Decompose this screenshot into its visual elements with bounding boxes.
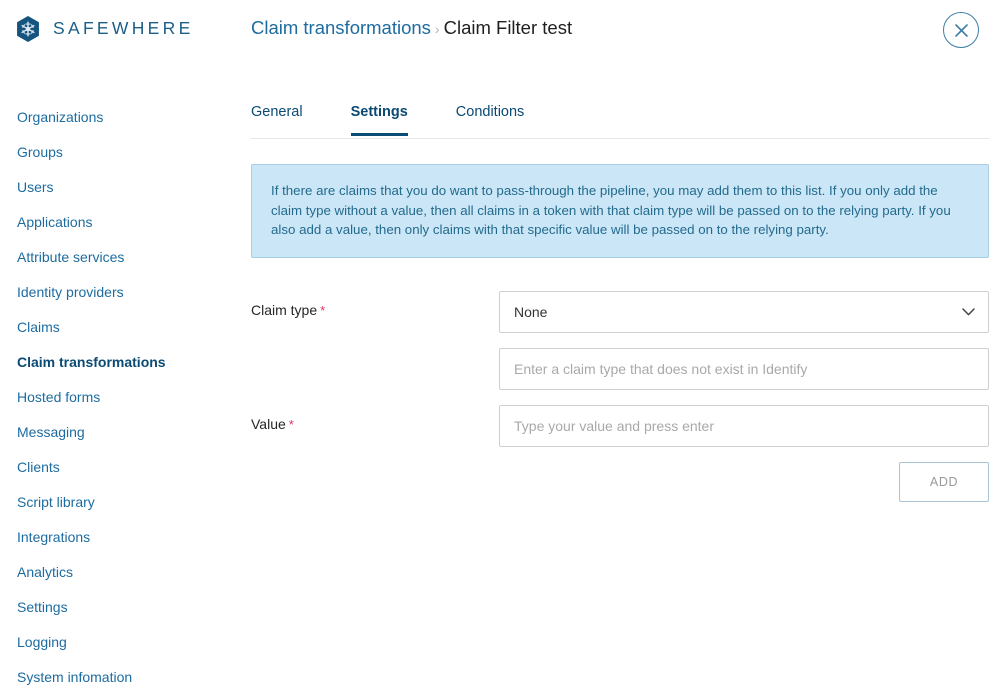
breadcrumb-parent-link[interactable]: Claim transformations [251,17,431,38]
sidebar-item-logging[interactable]: Logging [0,625,240,660]
top-bar: SAFEWHERE Claim transformations › Claim Fi… [0,0,1001,58]
value-input[interactable] [499,404,989,447]
tab-conditions[interactable]: Conditions [456,100,525,136]
sidebar-item-organizations[interactable]: Organizations [0,100,240,135]
settings-form: Claim type* None Value* [251,290,989,502]
breadcrumb-current: Claim Filter test [443,17,573,38]
claim-type-select[interactable]: None [499,290,989,333]
brand-wordmark: SAFEWHERE [53,18,194,39]
breadcrumb-separator: › [434,21,440,37]
sidebar: Organizations Groups Users Applications … [0,100,240,695]
add-button-row: ADD [499,461,989,502]
claim-type-row: Claim type * None [251,290,989,333]
tab-bar: General Settings Conditions [251,100,989,139]
sidebar-item-attribute-services[interactable]: Attribute services [0,240,240,275]
sidebar-item-claims[interactable]: Claims [0,310,240,345]
sidebar-item-messaging[interactable]: Messaging [0,415,240,450]
add-button[interactable]: ADD [899,461,989,502]
sidebar-item-hosted-forms[interactable]: Hosted forms [0,380,240,415]
custom-claim-type-input[interactable] [499,347,989,390]
sidebar-item-integrations[interactable]: Integrations [0,520,240,555]
claim-type-label-text: Claim type [251,301,318,318]
sidebar-item-applications[interactable]: Applications [0,205,240,240]
custom-claim-type-row [251,347,989,390]
value-label-text: Value [251,415,286,432]
sidebar-item-system-infomation[interactable]: System infomation [0,660,240,695]
brand-logo[interactable]: SAFEWHERE [14,15,194,43]
custom-claim-type-field-col [499,347,989,390]
close-icon [954,23,968,37]
breadcrumb: Claim transformations › Claim Filter test [251,14,572,43]
main-panel: General Settings Conditions If there are… [251,100,989,502]
sidebar-item-identity-providers[interactable]: Identity providers [0,275,240,310]
close-button[interactable] [943,12,979,48]
chevron-down-icon [962,307,975,315]
sidebar-item-analytics[interactable]: Analytics [0,555,240,590]
sidebar-item-groups[interactable]: Groups [0,135,240,170]
sidebar-item-script-library[interactable]: Script library [0,485,240,520]
value-field-col [499,404,989,447]
sidebar-item-users[interactable]: Users [0,170,240,205]
value-label: Value * [251,416,294,432]
required-asterisk: * [288,416,294,432]
sidebar-item-claim-transformations[interactable]: Claim transformations [0,345,240,380]
sidebar-item-settings[interactable]: Settings [0,590,240,625]
required-asterisk: * [320,302,326,318]
info-banner: If there are claims that you do want to … [251,164,989,258]
tab-settings[interactable]: Settings [350,100,408,136]
value-row: Value * [251,404,989,447]
claim-type-field-col: None [499,290,989,333]
snowflake-hex-icon [17,16,39,42]
claim-type-label: Claim type * [251,302,325,318]
tab-general[interactable]: General [251,100,303,136]
sidebar-item-clients[interactable]: Clients [0,450,240,485]
claim-type-select-value: None [514,303,548,320]
